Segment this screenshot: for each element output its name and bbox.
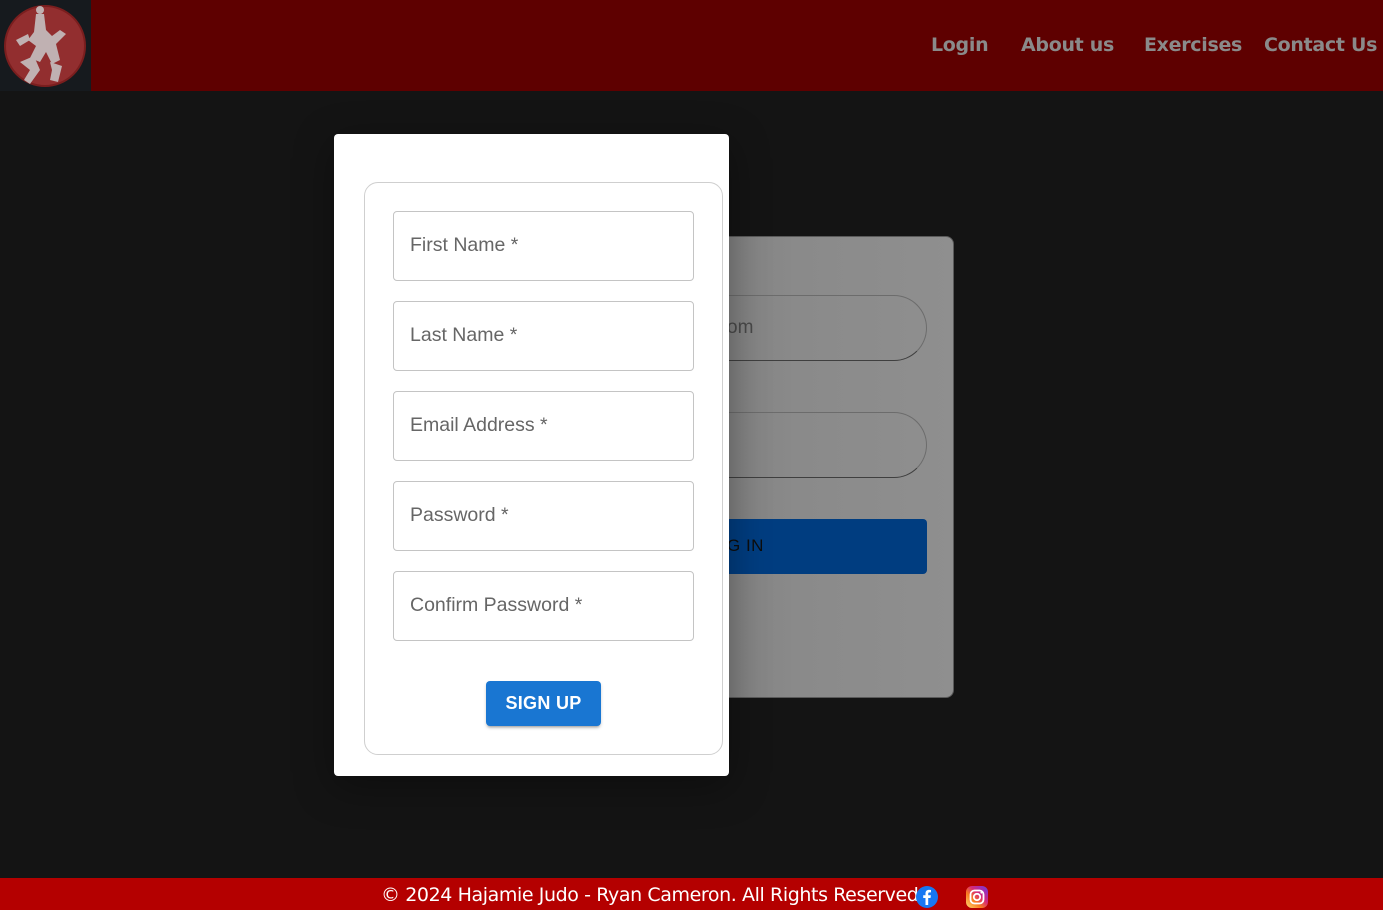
nav-about-us[interactable]: About us — [1021, 34, 1114, 56]
confirm-password-label: Confirm Password * — [410, 594, 583, 616]
login-button-label: G IN — [727, 536, 764, 555]
login-email-placeholder: om — [727, 317, 754, 338]
nav-exercises[interactable]: Exercises — [1144, 34, 1242, 56]
logo[interactable] — [0, 0, 91, 91]
nav-contact-us[interactable]: Contact Us — [1264, 34, 1377, 56]
confirm-password-field[interactable]: Confirm Password * — [393, 571, 694, 641]
instagram-icon[interactable] — [965, 885, 989, 909]
last-name-label: Last Name * — [410, 324, 518, 346]
site-header: Login About us Exercises Contact Us — [0, 0, 1383, 91]
site-footer: © 2024 Hajamie Judo - Ryan Cameron. All … — [0, 878, 1383, 910]
signup-form: First Name * Last Name * Email Address *… — [364, 182, 723, 755]
nav-login[interactable]: Login — [931, 34, 989, 56]
email-field[interactable]: Email Address * — [393, 391, 694, 461]
signup-button[interactable]: SIGN UP — [486, 681, 601, 726]
signup-modal: First Name * Last Name * Email Address *… — [334, 134, 729, 776]
first-name-label: First Name * — [410, 234, 519, 256]
password-label: Password * — [410, 504, 509, 526]
password-field[interactable]: Password * — [393, 481, 694, 551]
first-name-field[interactable]: First Name * — [393, 211, 694, 281]
facebook-icon[interactable] — [915, 885, 939, 909]
email-label: Email Address * — [410, 414, 548, 436]
last-name-field[interactable]: Last Name * — [393, 301, 694, 371]
copyright-text: © 2024 Hajamie Judo - Ryan Cameron. All … — [381, 884, 925, 906]
judo-logo-icon — [4, 5, 86, 87]
